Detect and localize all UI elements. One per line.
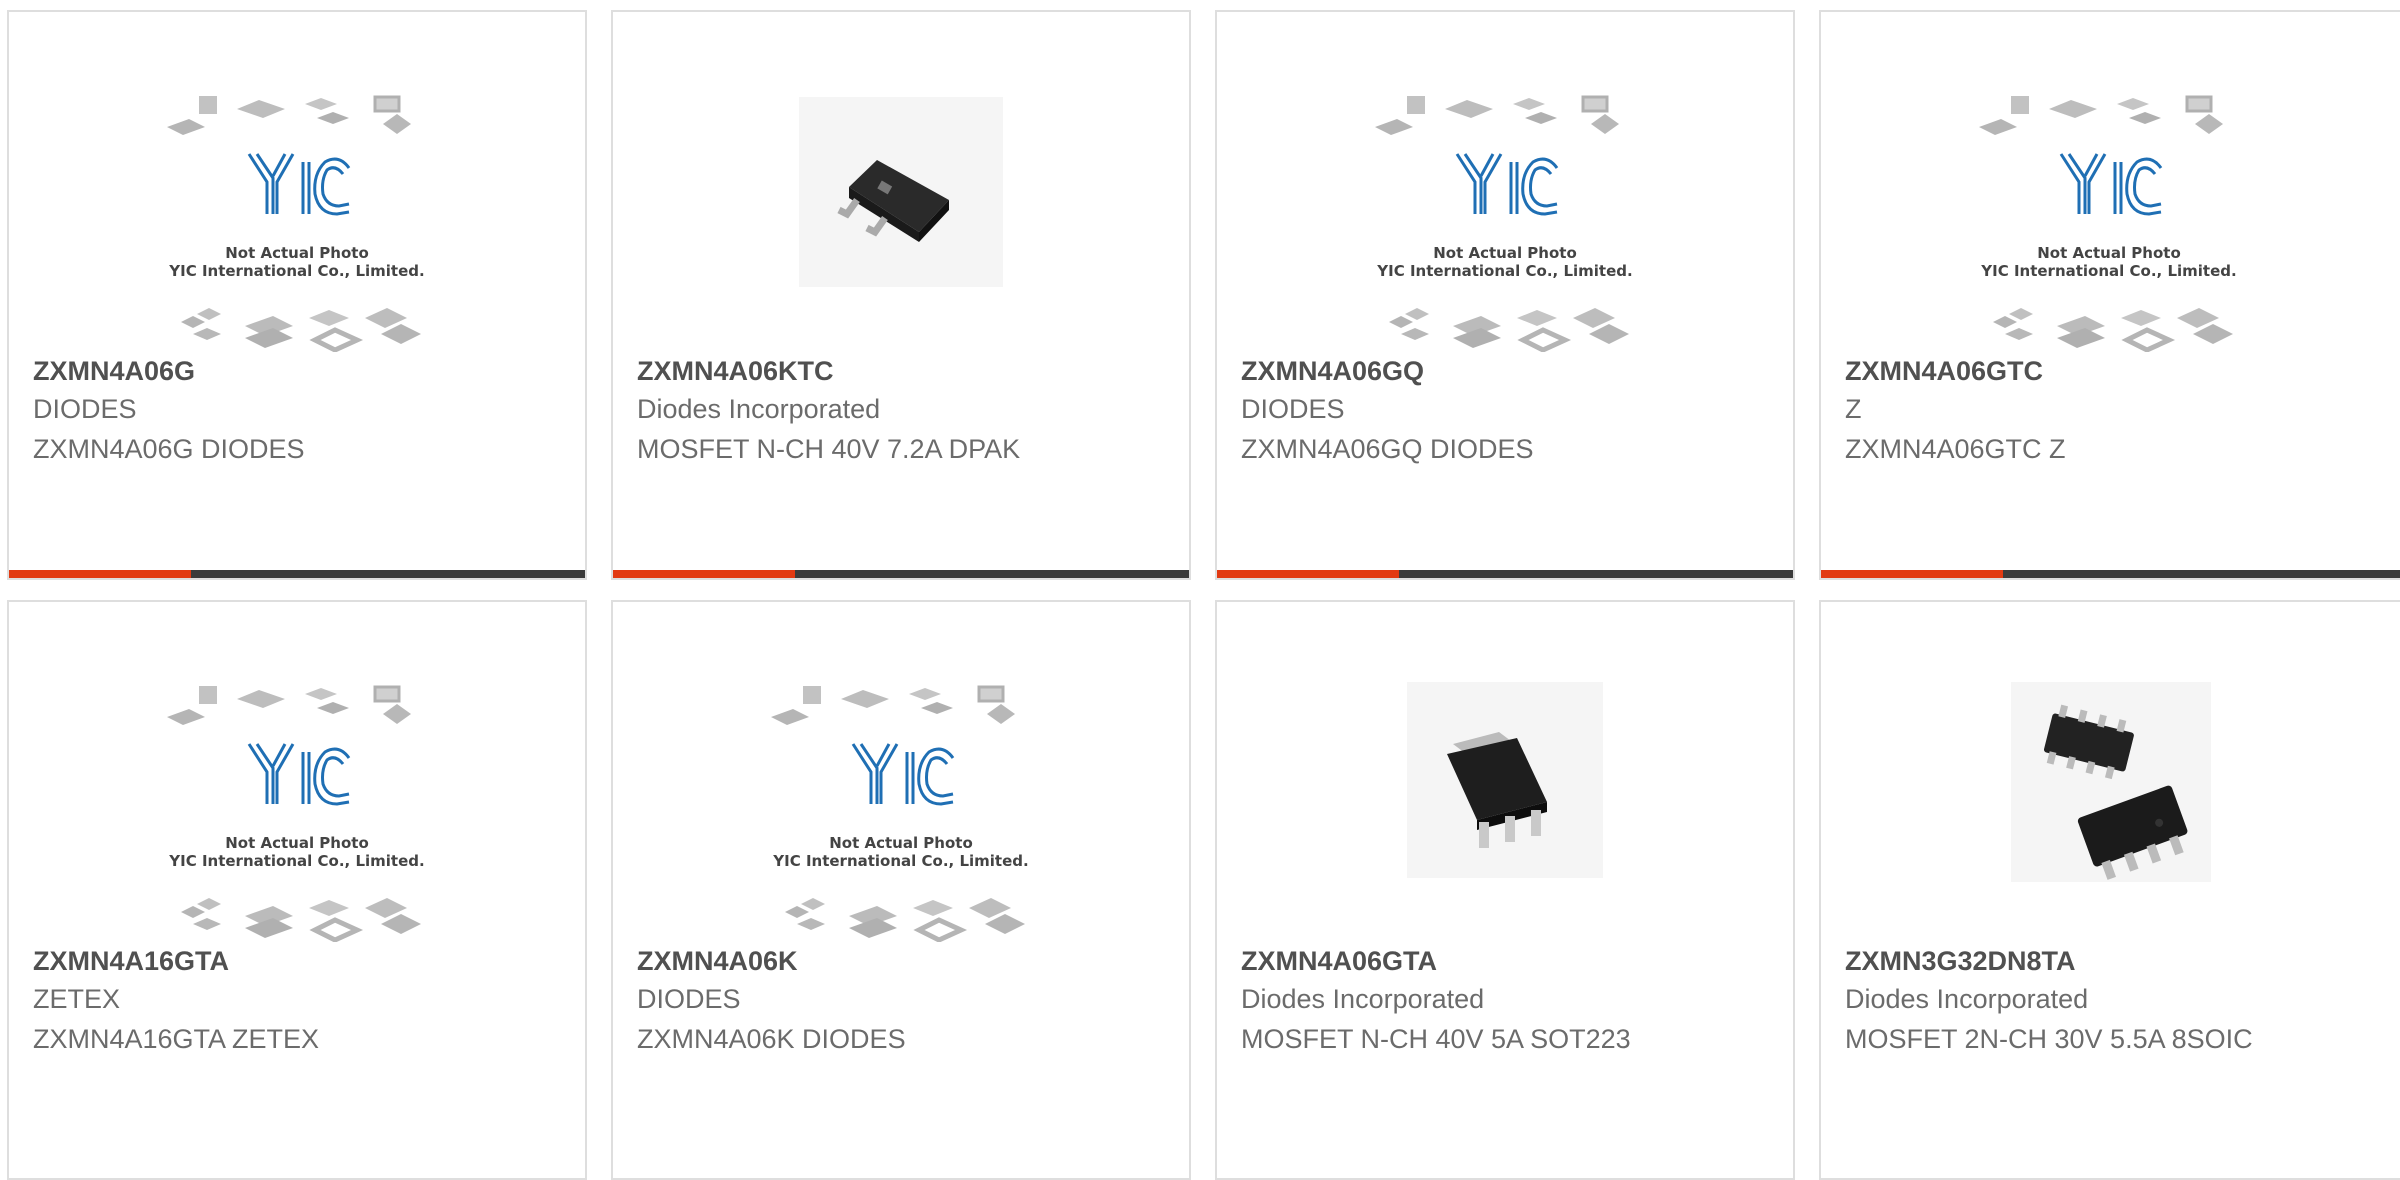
part-description: ZXMN4A06G DIODES [33, 434, 305, 464]
part-number[interactable]: ZXMN4A06GTC [1845, 356, 2043, 387]
placeholder-caption-2: YIC International Co., Limited. [1980, 262, 2236, 280]
card-bottom-bar [1821, 570, 2400, 578]
product-card[interactable]: Not Actual Photo YIC International Co., … [611, 600, 1191, 1180]
manufacturer: Z [1845, 394, 1862, 424]
part-description: MOSFET 2N-CH 30V 5.5A 8SOIC [1845, 1024, 2253, 1054]
card-accent [9, 570, 191, 578]
placeholder-icon: Not Actual Photo YIC International Co., … [613, 672, 1029, 942]
manufacturer: Diodes Incorporated [1845, 984, 2089, 1014]
part-number[interactable]: ZXMN4A06G [33, 356, 195, 387]
placeholder-caption-1: Not Actual Photo [2037, 244, 2181, 262]
part-number[interactable]: ZXMN4A06GTA [1241, 946, 1437, 977]
placeholder-caption-2: YIC International Co., Limited. [1376, 262, 1632, 280]
product-card[interactable]: Not Actual Photo YIC International Co., … [7, 10, 587, 580]
placeholder-caption-1: Not Actual Photo [829, 834, 973, 852]
placeholder-caption-2: YIC International Co., Limited. [772, 852, 1028, 870]
part-description: ZXMN4A06GTC Z [1845, 434, 2066, 464]
card-accent [1821, 570, 2003, 578]
placeholder-icon: Not Actual Photo YIC International Co., … [9, 672, 425, 942]
placeholder-icon: Not Actual Photo YIC International Co., … [9, 82, 425, 352]
product-card[interactable]: Not Actual Photo YIC International Co., … [1819, 10, 2400, 580]
manufacturer: Diodes Incorporated [1241, 984, 1485, 1014]
placeholder-caption-2: YIC International Co., Limited. [168, 262, 424, 280]
manufacturer: DIODES [1241, 394, 1345, 424]
part-description: ZXMN4A06K DIODES [637, 1024, 906, 1054]
part-description: ZXMN4A16GTA ZETEX [33, 1024, 320, 1054]
product-grid: Not Actual Photo YIC International Co., … [0, 0, 2400, 1180]
card-bottom-bar [613, 570, 1189, 578]
placeholder-caption-1: Not Actual Photo [225, 834, 369, 852]
card-bottom-bar [1217, 570, 1793, 578]
product-card[interactable]: Not Actual Photo YIC International Co., … [7, 600, 587, 1180]
soic8-package-icon [2011, 682, 2211, 882]
product-card[interactable]: Not Actual Photo YIC International Co., … [1215, 10, 1795, 580]
placeholder-caption-1: Not Actual Photo [225, 244, 369, 262]
part-description: MOSFET N-CH 40V 7.2A DPAK [637, 434, 1021, 464]
card-bottom-bar [9, 570, 585, 578]
part-number[interactable]: ZXMN3G32DN8TA [1845, 946, 2076, 977]
card-accent [613, 570, 795, 578]
manufacturer: DIODES [637, 984, 741, 1014]
manufacturer: Diodes Incorporated [637, 394, 881, 424]
manufacturer: ZETEX [33, 984, 121, 1014]
part-number[interactable]: ZXMN4A06KTC [637, 356, 834, 387]
placeholder-caption-1: Not Actual Photo [1433, 244, 1577, 262]
part-number[interactable]: ZXMN4A06GQ [1241, 356, 1424, 387]
product-card[interactable]: ZXMN4A06KTC Diodes Incorporated MOSFET N… [611, 10, 1191, 580]
product-card[interactable]: ZXMN3G32DN8TA Diodes Incorporated MOSFET… [1819, 600, 2400, 1180]
placeholder-caption-2: YIC International Co., Limited. [168, 852, 424, 870]
part-number[interactable]: ZXMN4A16GTA [33, 946, 229, 977]
placeholder-icon: Not Actual Photo YIC International Co., … [1821, 82, 2237, 352]
sot223-package-icon [1407, 682, 1603, 878]
part-description: ZXMN4A06GQ DIODES [1241, 434, 1534, 464]
part-number[interactable]: ZXMN4A06K [637, 946, 798, 977]
manufacturer: DIODES [33, 394, 137, 424]
part-description: MOSFET N-CH 40V 5A SOT223 [1241, 1024, 1631, 1054]
dpak-package-icon [799, 97, 1003, 287]
product-card[interactable]: ZXMN4A06GTA Diodes Incorporated MOSFET N… [1215, 600, 1795, 1180]
placeholder-icon: Not Actual Photo YIC International Co., … [1217, 82, 1633, 352]
card-accent [1217, 570, 1399, 578]
